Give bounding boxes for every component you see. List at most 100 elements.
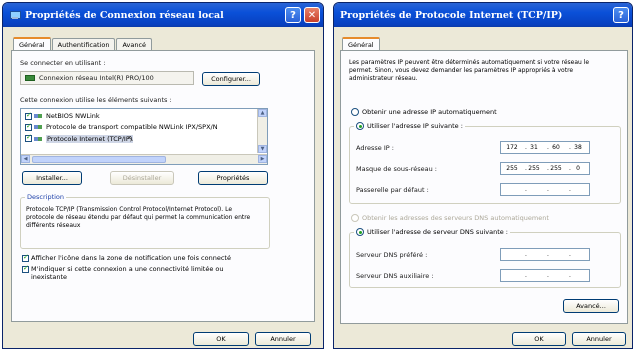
manual-ip-group: Utiliser l'adresse IP suivante : Adresse… <box>349 122 621 204</box>
limited-connectivity-checkbox[interactable] <box>22 264 29 273</box>
mask-octet-4: 0 <box>576 165 580 172</box>
mask-octet-2: 255 <box>528 165 540 172</box>
auto-dns-option[interactable]: Obtenir les adresses des serveurs DNS au… <box>351 214 549 222</box>
network-adapter-icon <box>25 75 35 81</box>
component-label: Protocole de transport compatible NWLink… <box>46 123 218 131</box>
horizontal-scrollbar[interactable]: ◀ ▶ <box>21 154 267 164</box>
intro-text: Les paramètres IP peuvent être déterminé… <box>349 59 590 82</box>
connect-using-label: Se connecter en utilisant : <box>20 59 106 67</box>
ip-octet-4: 38 <box>574 144 582 151</box>
octet-separator: . <box>525 272 527 279</box>
general-panel: Se connecter en utilisant : Connexion ré… <box>11 50 315 322</box>
list-item[interactable]: NetBIOS NWLink <box>25 111 100 120</box>
octet-separator: . <box>569 272 571 279</box>
install-button[interactable]: Installer... <box>22 171 82 185</box>
limited-connectivity-option[interactable]: M'indiquer si cette connexion a une conn… <box>22 264 231 281</box>
tcpip-properties-window: Propriétés de Protocole Internet (TCP/IP… <box>333 2 633 349</box>
subnet-mask-label: Masque de sous-réseau : <box>356 165 437 173</box>
ok-button[interactable]: OK <box>512 332 566 346</box>
components-list[interactable]: NetBIOS NWLink Protocole de transport co… <box>20 108 268 165</box>
title-bar: Propriétés de Connexion réseau local ? ✕ <box>3 3 323 27</box>
manual-ip-radio[interactable] <box>356 122 364 130</box>
manual-dns-radio[interactable] <box>356 228 364 236</box>
ip-octet-3: 60 <box>552 144 560 151</box>
protocol-icon <box>34 124 43 130</box>
alternate-dns-label: Serveur DNS auxiliaire : <box>356 272 434 280</box>
octet-separator: . <box>547 186 549 193</box>
cancel-button[interactable]: Annuler <box>255 332 311 346</box>
help-button[interactable]: ? <box>613 7 629 23</box>
manual-ip-label: Utiliser l'adresse IP suivante : <box>367 122 463 130</box>
window-title: Propriétés de Protocole Internet (TCP/IP… <box>340 9 563 21</box>
ip-octet-2: 31 <box>530 144 538 151</box>
component-label: NetBIOS NWLink <box>46 112 100 120</box>
ip-octet-1: 172 <box>506 144 518 151</box>
close-button[interactable]: ✕ <box>304 7 320 23</box>
protocol-icon <box>34 113 43 119</box>
list-item-selected[interactable]: Protocole Internet (TCP/IP) ↖ <box>25 133 134 143</box>
limited-connectivity-label: M'indiquer si cette connexion a une conn… <box>31 265 224 281</box>
description-label: Description <box>25 193 67 201</box>
protocol-icon <box>34 136 43 142</box>
mask-octet-3: 255 <box>550 165 562 172</box>
tab-strip: Général <box>342 36 381 52</box>
mouse-cursor-icon: ↖ <box>127 134 134 143</box>
octet-separator: . <box>525 186 527 193</box>
title-bar: Propriétés de Protocole Internet (TCP/IP… <box>334 3 632 27</box>
adapter-field: Connexion réseau Intel(R) PRO/100 <box>20 71 194 85</box>
tab-strip: Général Authentification Avancé <box>13 36 153 52</box>
properties-button[interactable]: Propriétés <box>198 171 268 185</box>
general-panel: Les paramètres IP peuvent être déterminé… <box>340 50 628 324</box>
components-label: Cette connexion utilise les éléments sui… <box>20 96 172 104</box>
subnet-mask-field[interactable]: 255 . 255 . 255 . 0 <box>500 162 590 175</box>
component-checkbox[interactable] <box>25 122 32 131</box>
ok-button[interactable]: OK <box>193 332 249 346</box>
show-icon-option[interactable]: Afficher l'icône dans la zone de notific… <box>22 253 231 262</box>
auto-dns-radio[interactable] <box>351 214 359 222</box>
help-button[interactable]: ? <box>285 7 301 23</box>
scroll-left-icon[interactable]: ◀ <box>21 155 30 163</box>
auto-ip-option[interactable]: Obtenir une adresse IP automatiquement <box>351 108 497 116</box>
list-item[interactable]: Protocole de transport compatible NWLink… <box>25 122 218 131</box>
manual-dns-label: Utiliser l'adresse de serveur DNS suivan… <box>367 228 508 236</box>
octet-separator: . <box>547 272 549 279</box>
ip-address-label: Adresse IP : <box>356 144 394 152</box>
configure-button[interactable]: Configurer... <box>202 72 260 86</box>
window-title: Propriétés de Connexion réseau local <box>25 9 224 21</box>
adapter-name: Connexion réseau Intel(R) PRO/100 <box>39 74 154 82</box>
preferred-dns-field[interactable]: . . . <box>500 248 590 261</box>
scroll-right-icon[interactable]: ▶ <box>258 155 267 163</box>
cancel-button[interactable]: Annuler <box>572 332 626 346</box>
manual-ip-option[interactable]: Utiliser l'adresse IP suivante : <box>354 122 465 130</box>
connection-properties-window: Propriétés de Connexion réseau local ? ✕… <box>2 2 324 349</box>
vertical-scrollbar[interactable]: ▲ ▼ <box>257 109 267 153</box>
auto-ip-radio[interactable] <box>351 108 359 116</box>
auto-dns-label: Obtenir les adresses des serveurs DNS au… <box>362 214 549 222</box>
description-text: Protocole TCP/IP (Transmission Control P… <box>26 206 251 229</box>
ip-address-field[interactable]: 172 . 31 . 60 . 38 <box>500 141 590 154</box>
show-icon-label: Afficher l'icône dans la zone de notific… <box>31 254 231 262</box>
network-connection-icon <box>9 10 21 21</box>
octet-separator: . <box>525 251 527 258</box>
advanced-button[interactable]: Avancé... <box>563 299 619 313</box>
gateway-field[interactable]: . . . <box>500 183 590 196</box>
auto-ip-label: Obtenir une adresse IP automatiquement <box>362 108 497 116</box>
manual-dns-option[interactable]: Utiliser l'adresse de serveur DNS suivan… <box>354 228 510 236</box>
scroll-up-icon[interactable]: ▲ <box>258 109 267 117</box>
uninstall-button[interactable]: Désinstaller <box>110 171 174 185</box>
show-icon-checkbox[interactable] <box>22 253 29 262</box>
octet-separator: . <box>547 251 549 258</box>
description-group: Description Protocole TCP/IP (Transmissi… <box>20 193 270 249</box>
component-checkbox[interactable] <box>25 133 32 142</box>
octet-separator: . <box>569 186 571 193</box>
octet-separator: . <box>569 251 571 258</box>
component-label: Protocole Internet (TCP/IP) <box>46 134 134 143</box>
manual-dns-group: Utiliser l'adresse de serveur DNS suivan… <box>349 228 621 288</box>
scroll-down-icon[interactable]: ▼ <box>258 145 267 153</box>
scroll-thumb[interactable] <box>32 156 166 163</box>
preferred-dns-label: Serveur DNS préféré : <box>356 251 428 259</box>
alternate-dns-field[interactable]: . . . <box>500 269 590 282</box>
mask-octet-1: 255 <box>506 165 518 172</box>
component-checkbox[interactable] <box>25 111 32 120</box>
adapter-row: Connexion réseau Intel(R) PRO/100 <box>25 74 154 82</box>
